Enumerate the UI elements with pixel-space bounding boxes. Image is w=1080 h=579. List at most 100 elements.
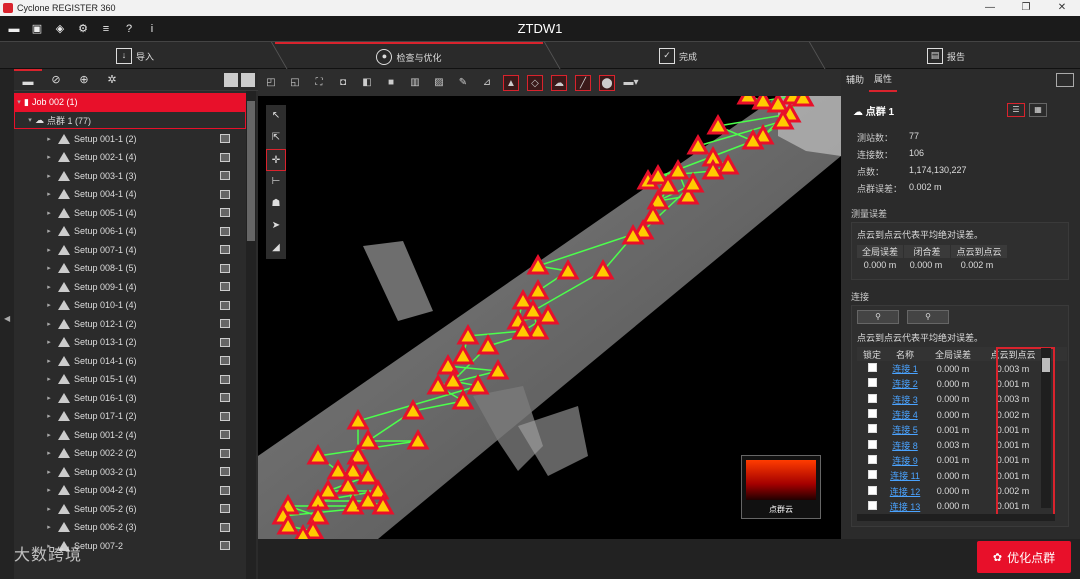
person-icon[interactable]: ☗: [266, 193, 286, 215]
lock-checkbox[interactable]: [867, 500, 877, 510]
grid-view-icon[interactable]: ▦: [1029, 103, 1047, 117]
cloud-icon[interactable]: ☁: [551, 74, 567, 91]
select-icon[interactable]: ⇱: [266, 127, 286, 149]
info-icon[interactable]: i: [143, 20, 161, 38]
lock-checkbox[interactable]: [867, 439, 877, 449]
lock-checkbox[interactable]: [867, 409, 877, 419]
tree-setup[interactable]: ▸ Setup 001-1 (2): [14, 130, 246, 148]
image-icon[interactable]: [220, 226, 230, 236]
tag-icon[interactable]: ◈: [51, 20, 69, 38]
link-name[interactable]: 连接 4: [887, 408, 923, 421]
image-icon[interactable]: [220, 411, 230, 421]
cloud-thumbnail[interactable]: 点群云: [741, 455, 821, 519]
tab-settings-icon[interactable]: ✲: [98, 69, 126, 91]
pin-icon[interactable]: ⊿: [479, 75, 495, 91]
expand-arrow-icon[interactable]: ▸: [44, 394, 54, 402]
ruler-icon[interactable]: ╱: [575, 74, 591, 91]
image-icon[interactable]: [220, 319, 230, 328]
optimize-cloud-button[interactable]: ✿ 优化点群: [977, 541, 1071, 573]
tree-setup[interactable]: ▸ Setup 014-1 (6): [14, 352, 246, 370]
lock-checkbox[interactable]: [867, 470, 877, 480]
tree-setup[interactable]: ▸ Setup 006-1 (4): [14, 222, 246, 240]
lock-checkbox[interactable]: [867, 424, 877, 434]
maximize-button[interactable]: ❐: [1008, 0, 1044, 16]
eraser-icon[interactable]: ◢: [266, 237, 286, 259]
image-icon[interactable]: [220, 504, 230, 513]
link-name[interactable]: 连接 13: [887, 500, 923, 513]
tab-properties[interactable]: 属性: [869, 68, 898, 92]
new-project-icon[interactable]: ▬: [5, 20, 23, 38]
gear-icon[interactable]: ⚙: [74, 20, 92, 38]
tree-setup[interactable]: ▸ Setup 001-2 (4): [14, 426, 246, 444]
expand-arrow-icon[interactable]: ▸: [44, 468, 54, 476]
image-icon[interactable]: [220, 189, 230, 199]
image-icon[interactable]: [220, 152, 230, 162]
link-name[interactable]: 连接 8: [887, 439, 923, 452]
expand-arrow-icon[interactable]: ▾: [25, 116, 35, 124]
tree-scrollbar[interactable]: [246, 91, 256, 579]
tab-link-icon[interactable]: ⊘: [42, 69, 70, 91]
distance-icon[interactable]: ⊢: [266, 171, 286, 193]
expand-arrow-icon[interactable]: ▸: [44, 412, 54, 420]
expand-arrow-icon[interactable]: ▸: [44, 338, 54, 346]
image-icon[interactable]: [220, 430, 230, 439]
tab-globe-icon[interactable]: ⊕: [70, 69, 98, 91]
target-icon[interactable]: ▲: [503, 74, 519, 91]
image-icon[interactable]: [220, 245, 230, 254]
image-icon[interactable]: [220, 134, 230, 143]
lock-checkbox[interactable]: [867, 454, 877, 464]
step-review[interactable]: ● 检查与优化: [275, 42, 543, 70]
link-name[interactable]: 连接 12: [887, 485, 923, 498]
expand-arrow-icon[interactable]: ▸: [44, 449, 54, 457]
tree-setup[interactable]: ▸ Setup 005-2 (6): [14, 500, 246, 518]
image-icon[interactable]: ▨: [431, 75, 447, 91]
tree-setup[interactable]: ▸ Setup 002-1 (4): [14, 148, 246, 166]
single-view-icon[interactable]: ■: [383, 75, 399, 91]
minimize-button[interactable]: —: [972, 0, 1008, 16]
tree-setup[interactable]: ▸ Setup 010-1 (4): [14, 296, 246, 314]
image-icon[interactable]: [220, 356, 230, 365]
lock-checkbox[interactable]: [867, 485, 877, 495]
tree-setup[interactable]: ▸ Setup 004-1 (4): [14, 185, 246, 203]
remove-link-button[interactable]: ⚲: [907, 310, 949, 324]
scan-target-icon[interactable]: [736, 96, 760, 105]
image-icon[interactable]: [220, 337, 230, 347]
col-lock[interactable]: 锁定: [857, 348, 887, 361]
image-icon[interactable]: [220, 467, 230, 476]
step-import[interactable]: ↓ 导入: [0, 42, 270, 70]
tree-setup[interactable]: ▸ Setup 008-1 (5): [14, 259, 246, 277]
tab-assist[interactable]: 辅助: [841, 69, 869, 91]
tree-setup[interactable]: ▸ Setup 003-2 (1): [14, 463, 246, 481]
tree-setup[interactable]: ▸ Setup 017-1 (2): [14, 407, 246, 425]
expand-arrow-icon[interactable]: ▸: [44, 172, 54, 180]
image-icon[interactable]: [220, 282, 230, 291]
expand-arrow-icon[interactable]: ▾: [14, 98, 24, 106]
list-view-icon[interactable]: ☰: [1007, 103, 1025, 117]
expand-arrow-icon[interactable]: ▸: [44, 486, 54, 494]
step-report[interactable]: ▤ 报告: [812, 42, 1080, 70]
links-hscrollbar[interactable]: [857, 514, 1055, 521]
col-name[interactable]: 名称: [887, 348, 923, 361]
link-name[interactable]: 连接 1: [887, 362, 923, 375]
tree-setup[interactable]: ▸ Setup 016-1 (3): [14, 389, 246, 407]
image-icon[interactable]: [220, 522, 230, 532]
tree-setup[interactable]: ▸ Setup 015-1 (4): [14, 370, 246, 388]
split-view-icon[interactable]: ◧: [359, 75, 375, 91]
expand-arrow-icon[interactable]: ▸: [44, 153, 54, 161]
tree-setup[interactable]: ▸ Setup 002-2 (2): [14, 444, 246, 462]
tree-setup[interactable]: ▸ Setup 007-1 (4): [14, 241, 246, 259]
tree-setup[interactable]: ▸ Setup 006-2 (3): [14, 518, 246, 536]
expand-arrow-icon[interactable]: ▸: [44, 190, 54, 198]
expand-arrow-icon[interactable]: ▸: [44, 283, 54, 291]
scan-target-icon[interactable]: [751, 96, 775, 110]
send-icon[interactable]: ➤: [266, 215, 286, 237]
lock-checkbox[interactable]: [867, 378, 877, 388]
database-icon[interactable]: ≡: [97, 20, 115, 38]
image-icon[interactable]: [220, 300, 230, 310]
expand-arrow-icon[interactable]: ▸: [44, 209, 54, 217]
step-finalize[interactable]: ✓ 完成: [548, 42, 808, 70]
left-collapse-strip[interactable]: ◀: [0, 69, 14, 579]
close-button[interactable]: ✕: [1044, 0, 1080, 16]
expand-arrow-icon[interactable]: ▸: [44, 320, 54, 328]
image-icon[interactable]: [220, 485, 230, 495]
